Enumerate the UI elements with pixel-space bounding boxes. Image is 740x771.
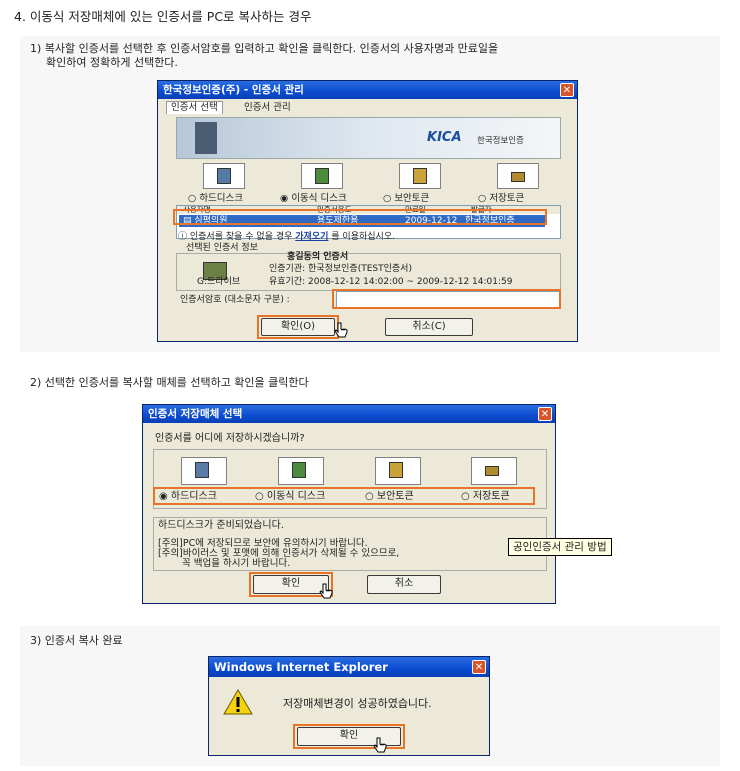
dialog-titlebar: 한국정보인증(주) - 인증서 관리 <box>158 81 577 99</box>
tab-cert-manage[interactable]: 인증서 관리 <box>240 102 295 114</box>
hand-cursor-icon <box>319 583 333 599</box>
import-link[interactable]: 가져오기 <box>295 232 328 242</box>
cert-issuer: 인증기관: 한국정보인증(TEST인증서) <box>269 264 412 274</box>
close-icon[interactable]: ✕ <box>472 660 486 674</box>
person-icon <box>195 122 217 154</box>
hard-disk-icon[interactable] <box>181 457 227 485</box>
notice-text: ⓘ 인증서를 찾을 수 없을 경우 가져오기 를 이용하십시오. <box>178 232 395 242</box>
security-token-icon[interactable] <box>375 457 421 485</box>
step3-text: 3) 인증서 복사 완료 <box>30 634 123 647</box>
security-token-icon[interactable] <box>399 163 441 189</box>
highlight-ok <box>293 724 405 749</box>
hard-disk-icon[interactable] <box>203 163 245 189</box>
hand-cursor-icon <box>373 737 387 753</box>
close-icon[interactable]: ✕ <box>560 83 574 97</box>
step1-text-1: 1) 복사할 인증서를 선택한 후 인증서암호를 입력하고 확인을 클릭한다. … <box>30 42 499 55</box>
close-icon[interactable]: ✕ <box>538 407 552 421</box>
tab-cert-select[interactable]: 인증서 선택 <box>166 101 223 114</box>
removable-disk-icon[interactable] <box>301 163 343 189</box>
success-message: 저장매체변경이 성공하였습니다. <box>283 697 432 710</box>
hand-cursor-icon <box>334 322 348 338</box>
cert-validity: 유효기간: 2008-12-12 14:02:00 ~ 2009-12-12 1… <box>269 277 513 287</box>
tooltip: 공인인증서 관리 방법 <box>508 538 612 556</box>
password-label: 인증서암호 (대소문자 구분) : <box>180 295 290 305</box>
highlight-media-options <box>153 487 535 505</box>
drive-label: G:드라이브 <box>197 277 241 287</box>
radio-removable-disk[interactable]: ◉ 이동식 디스크 <box>280 193 347 205</box>
cert-manager-dialog: 한국정보인증(주) - 인증서 관리 ✕ 인증서 선택 인증서 관리 KICA … <box>157 80 578 342</box>
storage-token-icon[interactable] <box>497 163 539 189</box>
highlight-password <box>332 289 561 309</box>
dialog-titlebar: Windows Internet Explorer <box>209 657 489 677</box>
removable-disk-icon[interactable] <box>278 457 324 485</box>
success-dialog: Windows Internet Explorer ✕ 저장매체변경이 성공하였… <box>208 656 490 756</box>
cert-name: 홍길동의 인증서 <box>287 252 349 262</box>
highlight-ok <box>257 315 339 339</box>
status-warning-3: 꼭 백업을 하시기 바랍니다. <box>182 558 291 569</box>
step2-text: 2) 선택한 인증서를 복사할 매체를 선택하고 확인을 클릭한다 <box>30 376 309 389</box>
radio-hard-disk[interactable]: ○ 하드디스크 <box>188 193 243 205</box>
warning-icon <box>223 689 253 715</box>
cancel-button[interactable]: 취소(C) <box>385 318 473 336</box>
status-box: 하드디스크가 준비되었습니다. [주의]PC에 저장되므로 보안에 유의하시기 … <box>153 517 547 571</box>
step1-text-2: 확인하여 정확하게 선택한다. <box>46 56 178 69</box>
radio-storage-token[interactable]: ○ 저장토큰 <box>478 193 524 205</box>
storage-token-icon[interactable] <box>471 457 517 485</box>
section-heading: 4. 이동식 저장매체에 있는 인증서를 PC로 복사하는 경우 <box>14 9 312 24</box>
kica-logo: KICA <box>427 130 462 145</box>
question-text: 인증서를 어디에 저장하시겠습니까? <box>155 433 305 444</box>
banner: KICA 한국정보인증 <box>176 117 561 159</box>
radio-security-token[interactable]: ○ 보안토큰 <box>383 193 429 205</box>
media-select-dialog: 인증서 저장매체 선택 ✕ 인증서를 어디에 저장하시겠습니까? ◉ 하드디스크… <box>142 404 556 604</box>
cert-info-box: 홍길동의 인증서 인증기관: 한국정보인증(TEST인증서) G:드라이브 유효… <box>176 252 561 291</box>
status-ready: 하드디스크가 준비되었습니다. <box>158 520 284 531</box>
cancel-button[interactable]: 취소 <box>367 575 441 594</box>
kica-logo-sub: 한국정보인증 <box>477 136 524 146</box>
dialog-titlebar: 인증서 저장매체 선택 <box>143 405 555 423</box>
highlight-selected-row <box>173 209 547 225</box>
